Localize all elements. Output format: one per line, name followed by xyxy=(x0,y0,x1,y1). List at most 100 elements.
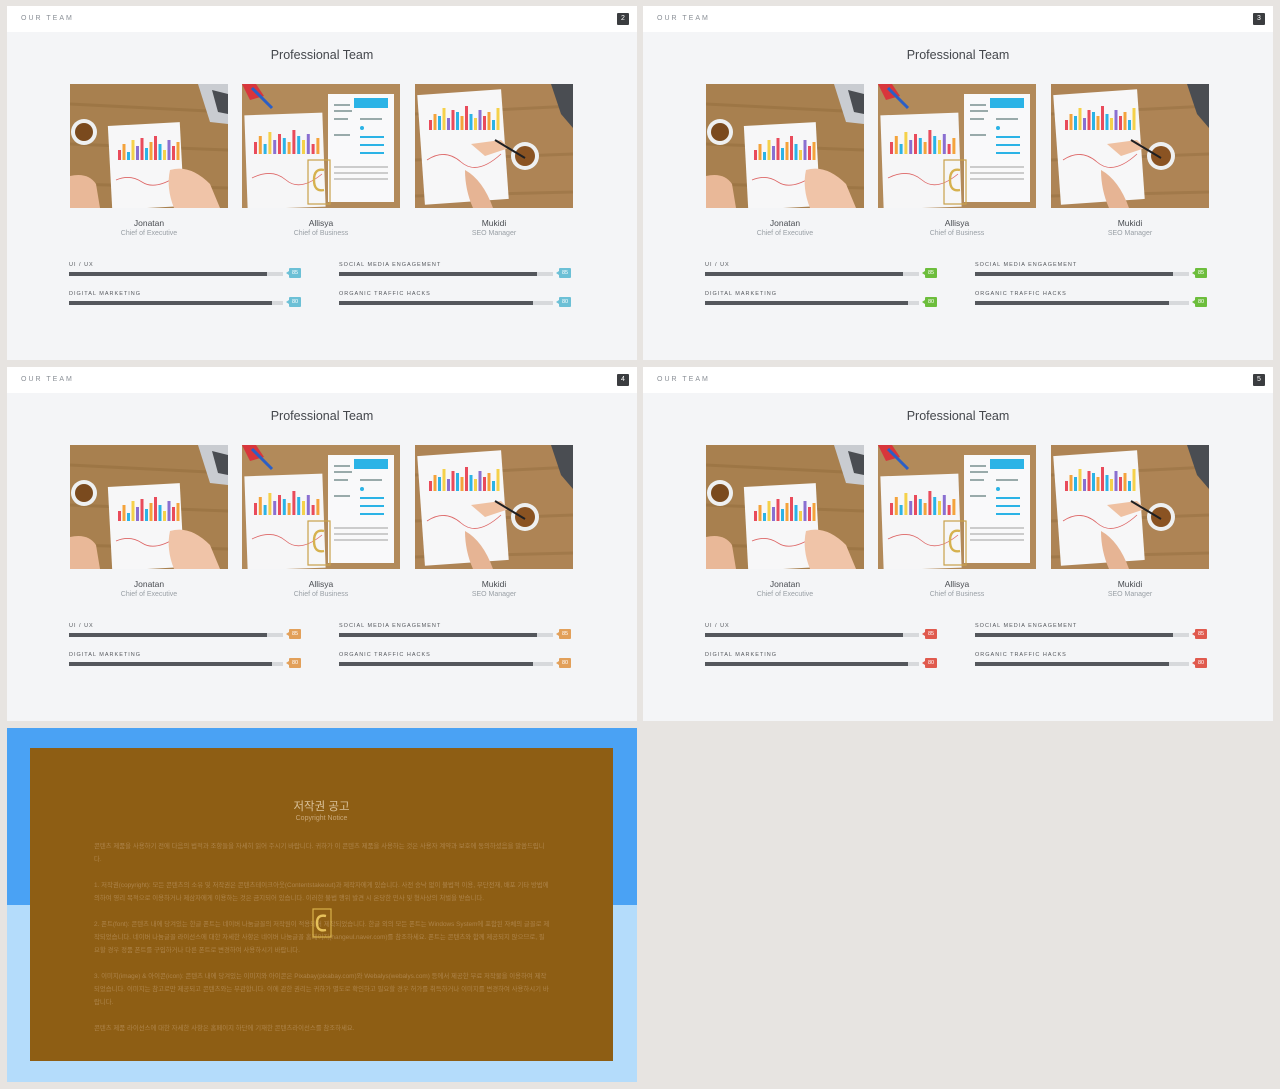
member-role: SEO Manager xyxy=(1107,230,1153,237)
skill-value-tag: 80 xyxy=(922,658,937,668)
member-name: Allisya xyxy=(944,218,970,228)
slide-title: Professional Team xyxy=(906,409,1010,423)
skill-bar: UI / UX 85 xyxy=(705,262,937,284)
skill-label: DIGITAL MARKETING xyxy=(69,291,142,297)
skill-label: SOCIAL MEDIA ENGAGEMENT xyxy=(339,262,442,268)
skill-label: ORGANIC TRAFFIC HACKS xyxy=(975,652,1067,658)
team-slide[interactable]: OUR TEAM 3 Professional Team Jonatan Chi… xyxy=(643,6,1273,360)
skill-track xyxy=(705,633,919,637)
skill-value-tag: 85 xyxy=(922,629,937,639)
skill-label: SOCIAL MEDIA ENGAGEMENT xyxy=(975,262,1078,268)
team-member-card: Mukidi SEO Manager xyxy=(1051,84,1209,237)
skill-bar: DIGITAL MARKETING 80 xyxy=(69,652,301,674)
notice-subtitle: Copyright Notice xyxy=(295,815,348,822)
member-photo xyxy=(70,84,228,208)
skill-value-tag: 80 xyxy=(922,297,937,307)
notice-title: 저작권 공고 xyxy=(293,801,350,813)
member-role: SEO Manager xyxy=(1107,591,1153,598)
skill-track xyxy=(705,301,919,305)
notice-card: 저작권 공고 Copyright Notice 콘텐츠 제품을 사용하기 전에 … xyxy=(30,748,613,1061)
skill-label: ORGANIC TRAFFIC HACKS xyxy=(339,291,431,297)
team-slide[interactable]: OUR TEAM 4 Professional Team Jonatan Chi… xyxy=(7,367,637,721)
member-role: Chief of Business xyxy=(929,230,985,237)
skill-fill xyxy=(69,301,273,305)
member-photo xyxy=(878,84,1036,208)
member-name: Jonatan xyxy=(769,218,801,228)
skill-fill xyxy=(69,272,267,276)
team-member-card: Jonatan Chief of Executive xyxy=(70,84,228,237)
notice-paragraph: 콘텐츠 제품 라이선스에 대한 자세한 사항은 홈페이지 하단에 기재한 콘텐츠… xyxy=(94,1025,355,1032)
skill-fill xyxy=(705,272,903,276)
team-member-card: Mukidi SEO Manager xyxy=(415,445,573,598)
slide-section-label: OUR TEAM xyxy=(21,15,74,22)
member-role: Chief of Executive xyxy=(120,591,178,598)
page-number-badge: 2 xyxy=(617,13,629,25)
slide-header: OUR TEAM 4 xyxy=(7,367,637,393)
member-name: Mukidi xyxy=(481,579,507,589)
member-photo xyxy=(1051,445,1209,569)
skill-track xyxy=(975,662,1189,666)
skill-fill xyxy=(975,662,1169,666)
team-member-card: Allisya Chief of Business xyxy=(878,445,1036,598)
slide-section-label: OUR TEAM xyxy=(657,15,710,22)
skill-fill xyxy=(705,662,909,666)
brand-logo-icon xyxy=(312,908,332,938)
team-member-card: Mukidi SEO Manager xyxy=(1051,445,1209,598)
team-member-card: Jonatan Chief of Executive xyxy=(706,445,864,598)
skill-bar: SOCIAL MEDIA ENGAGEMENT 85 xyxy=(339,262,571,284)
skill-label: ORGANIC TRAFFIC HACKS xyxy=(975,291,1067,297)
notice-body: 콘텐츠 제품을 사용하기 전에 다음의 법적과 조항들을 자세히 읽어 주시기 … xyxy=(94,840,550,1048)
member-name: Jonatan xyxy=(133,218,165,228)
team-slide[interactable]: OUR TEAM 2 Professional Team Jonatan Chi… xyxy=(7,6,637,360)
member-name: Mukidi xyxy=(481,218,507,228)
team-slide[interactable]: OUR TEAM 5 Professional Team Jonatan Chi… xyxy=(643,367,1273,721)
skill-fill xyxy=(339,633,537,637)
slide-title: Professional Team xyxy=(270,48,374,62)
skill-bar: DIGITAL MARKETING 80 xyxy=(69,291,301,313)
skill-track xyxy=(69,301,283,305)
slide-title: Professional Team xyxy=(270,409,374,423)
member-name: Allisya xyxy=(308,579,334,589)
notice-paragraph: 3. 이미지(image) & 아이콘(icon): 콘텐츠 내에 당겨있는 이… xyxy=(94,973,549,1006)
member-role: Chief of Business xyxy=(293,230,349,237)
member-role: Chief of Executive xyxy=(120,230,178,237)
skill-track xyxy=(975,633,1189,637)
member-role: Chief of Executive xyxy=(756,230,814,237)
slide-section-label: OUR TEAM xyxy=(21,376,74,383)
skill-track xyxy=(705,662,919,666)
skill-track xyxy=(705,272,919,276)
slide-header: OUR TEAM 3 xyxy=(643,6,1273,32)
page-number-badge: 3 xyxy=(1253,13,1265,25)
skill-value-tag: 85 xyxy=(286,268,301,278)
slide-title: Professional Team xyxy=(906,48,1010,62)
member-photo xyxy=(1051,84,1209,208)
skill-label: SOCIAL MEDIA ENGAGEMENT xyxy=(339,623,442,629)
skill-label: UI / UX xyxy=(69,623,94,629)
skill-fill xyxy=(975,633,1173,637)
skill-value-tag: 80 xyxy=(556,297,571,307)
skill-fill xyxy=(975,272,1173,276)
skill-fill xyxy=(975,301,1169,305)
skill-label: DIGITAL MARKETING xyxy=(705,652,778,658)
skill-bar: SOCIAL MEDIA ENGAGEMENT 85 xyxy=(975,262,1207,284)
skill-label: SOCIAL MEDIA ENGAGEMENT xyxy=(975,623,1078,629)
skill-value-tag: 85 xyxy=(922,268,937,278)
skill-fill xyxy=(339,662,533,666)
member-photo xyxy=(706,445,864,569)
skill-bar: DIGITAL MARKETING 80 xyxy=(705,291,937,313)
skill-fill xyxy=(339,301,533,305)
member-role: SEO Manager xyxy=(471,230,517,237)
copyright-notice-slide[interactable]: 저작권 공고 Copyright Notice 콘텐츠 제품을 사용하기 전에 … xyxy=(7,728,637,1082)
team-member-card: Allisya Chief of Business xyxy=(878,84,1036,237)
slide-header: OUR TEAM 5 xyxy=(643,367,1273,393)
member-photo xyxy=(415,84,573,208)
page-number-badge: 5 xyxy=(1253,374,1265,386)
skill-value-tag: 80 xyxy=(1192,658,1207,668)
notice-paragraph: 1. 저작권(copyright): 모든 콘텐츠의 소유 및 저작권은 콘텐츠… xyxy=(94,882,549,902)
member-name: Allisya xyxy=(944,579,970,589)
skill-value-tag: 85 xyxy=(556,629,571,639)
skill-label: UI / UX xyxy=(705,623,730,629)
skill-track xyxy=(339,662,553,666)
skill-label: ORGANIC TRAFFIC HACKS xyxy=(339,652,431,658)
skill-value-tag: 85 xyxy=(286,629,301,639)
